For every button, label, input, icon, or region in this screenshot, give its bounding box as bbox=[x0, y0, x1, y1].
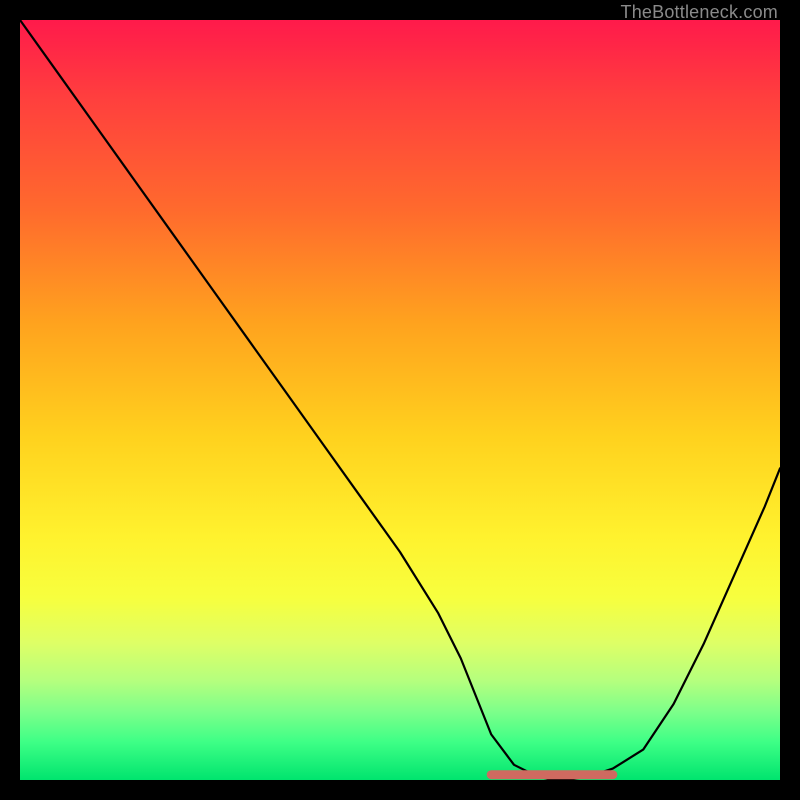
bottleneck-curve bbox=[20, 20, 780, 780]
gradient-plot-area bbox=[20, 20, 780, 780]
watermark-text: TheBottleneck.com bbox=[621, 2, 778, 23]
chart-svg bbox=[20, 20, 780, 780]
